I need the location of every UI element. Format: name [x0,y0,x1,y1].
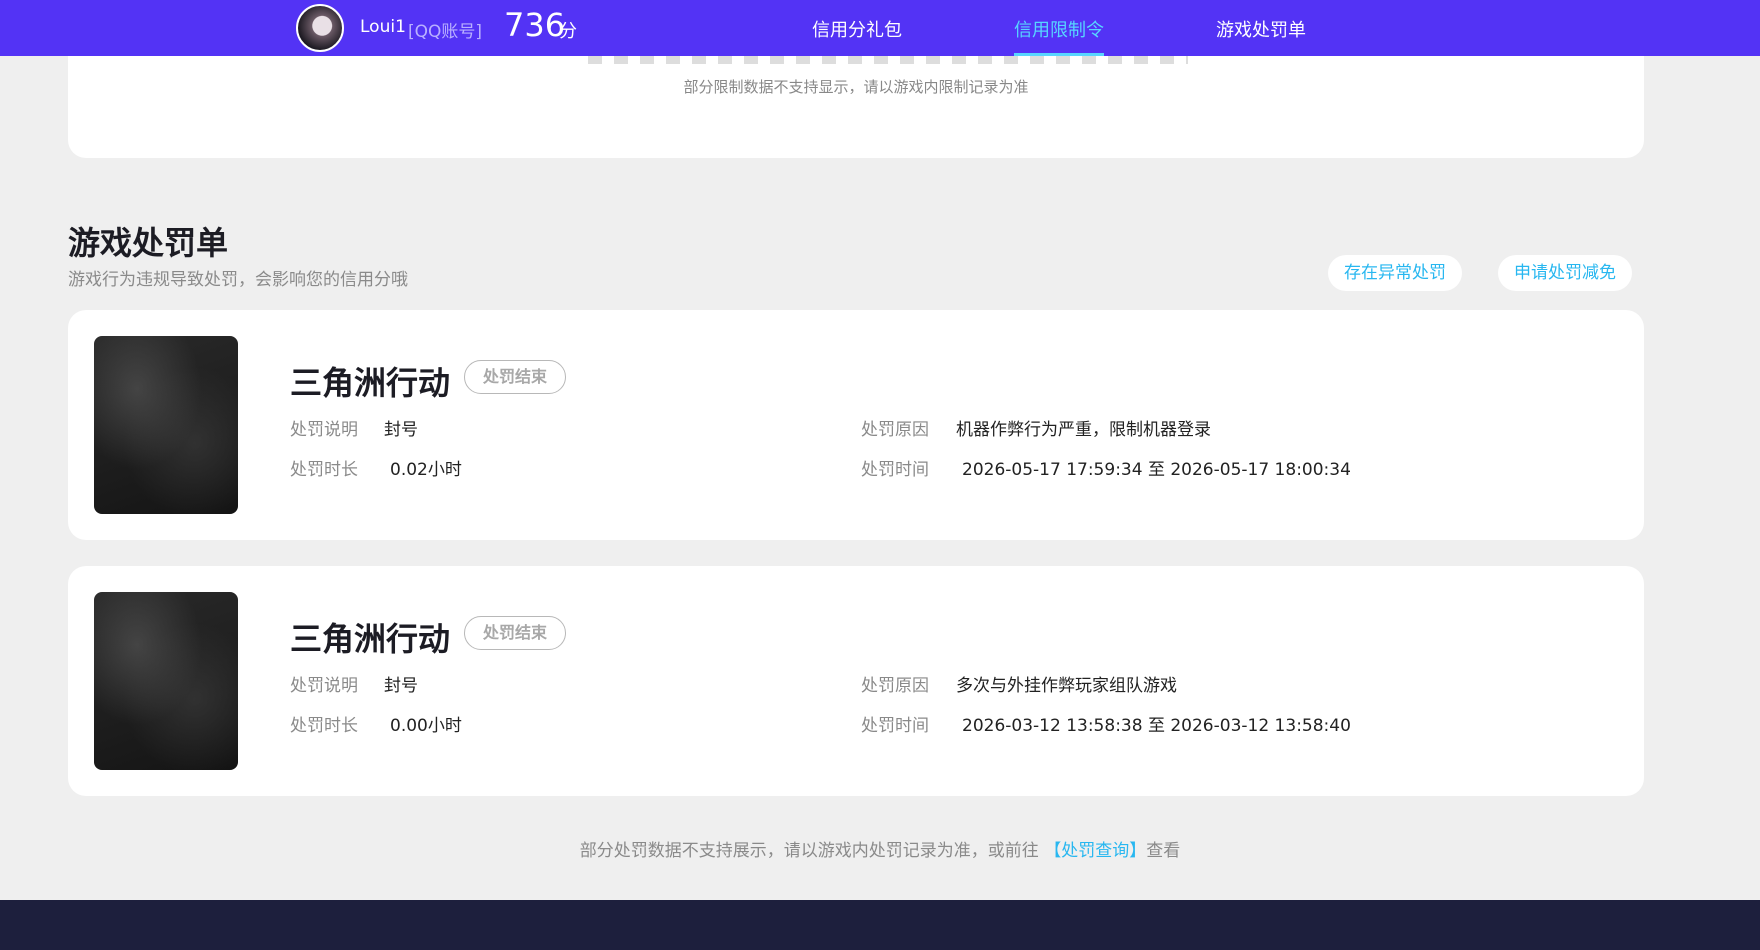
credit-score: 736 [504,6,566,44]
game-name: 三角洲行动 [290,620,451,658]
footer-note: 部分处罚数据不支持展示，请以游戏内处罚记录为准，或前往 【处罚查询】查看 [0,836,1760,861]
game-name: 三角洲行动 [290,364,451,402]
restriction-note: 部分限制数据不支持显示，请以游戏内限制记录为准 [683,78,1029,96]
nav-game-penalty[interactable]: 游戏处罚单 [1216,16,1306,42]
apply-reduction-button[interactable]: 申请处罚减免 [1498,255,1632,291]
section-title: 游戏处罚单 [68,224,229,262]
duration-label: 处罚时长 [290,460,358,480]
time-value: 2026-05-17 17:59:34 至 2026-05-17 18:00:3… [962,460,1351,480]
duration-value: 0.02小时 [390,460,462,480]
reason-value: 机器作弊行为严重，限制机器登录 [956,420,1211,440]
footer-bar [0,900,1760,950]
username: Loui1 [360,17,406,37]
time-label: 处罚时间 [861,716,929,736]
time-value: 2026-03-12 13:58:38 至 2026-03-12 13:58:4… [962,716,1351,736]
account-type-tag: [QQ账号] [408,22,483,42]
time-label: 处罚时间 [861,460,929,480]
top-bar: Loui1 [QQ账号] 736 分 信用分礼包 信用限制令 游戏处罚单 [0,0,1760,56]
penalty-card: 三角洲行动 处罚结束 处罚说明 封号 处罚时长 0.02小时 处罚原因 机器作弊… [68,310,1644,540]
game-thumbnail [94,592,238,770]
reason-value: 多次与外挂作弊玩家组队游戏 [956,676,1177,696]
nav-credit-gift[interactable]: 信用分礼包 [812,16,902,42]
footer-note-prefix: 部分处罚数据不支持展示，请以游戏内处罚记录为准，或前往 [579,841,1039,861]
nav-credit-restriction[interactable]: 信用限制令 [1014,16,1104,56]
reason-label: 处罚原因 [861,676,929,696]
penalty-query-link[interactable]: 【处罚查询】 [1044,841,1146,861]
avatar[interactable] [296,4,344,52]
duration-value: 0.00小时 [390,716,462,736]
abnormal-penalty-button[interactable]: 存在异常处罚 [1328,255,1462,291]
desc-value: 封号 [384,676,418,696]
duration-label: 处罚时长 [290,716,358,736]
credit-score-unit: 分 [559,21,577,42]
desc-label: 处罚说明 [290,676,358,696]
status-badge: 处罚结束 [464,360,567,394]
desc-label: 处罚说明 [290,420,358,440]
reason-label: 处罚原因 [861,420,929,440]
game-thumbnail [94,336,238,514]
section-subtitle: 游戏行为违规导致处罚，会影响您的信用分哦 [68,270,408,290]
footer-note-suffix: 查看 [1146,841,1181,861]
status-badge: 处罚结束 [464,616,567,650]
penalty-card: 三角洲行动 处罚结束 处罚说明 封号 处罚时长 0.00小时 处罚原因 多次与外… [68,566,1644,796]
desc-value: 封号 [384,420,418,440]
